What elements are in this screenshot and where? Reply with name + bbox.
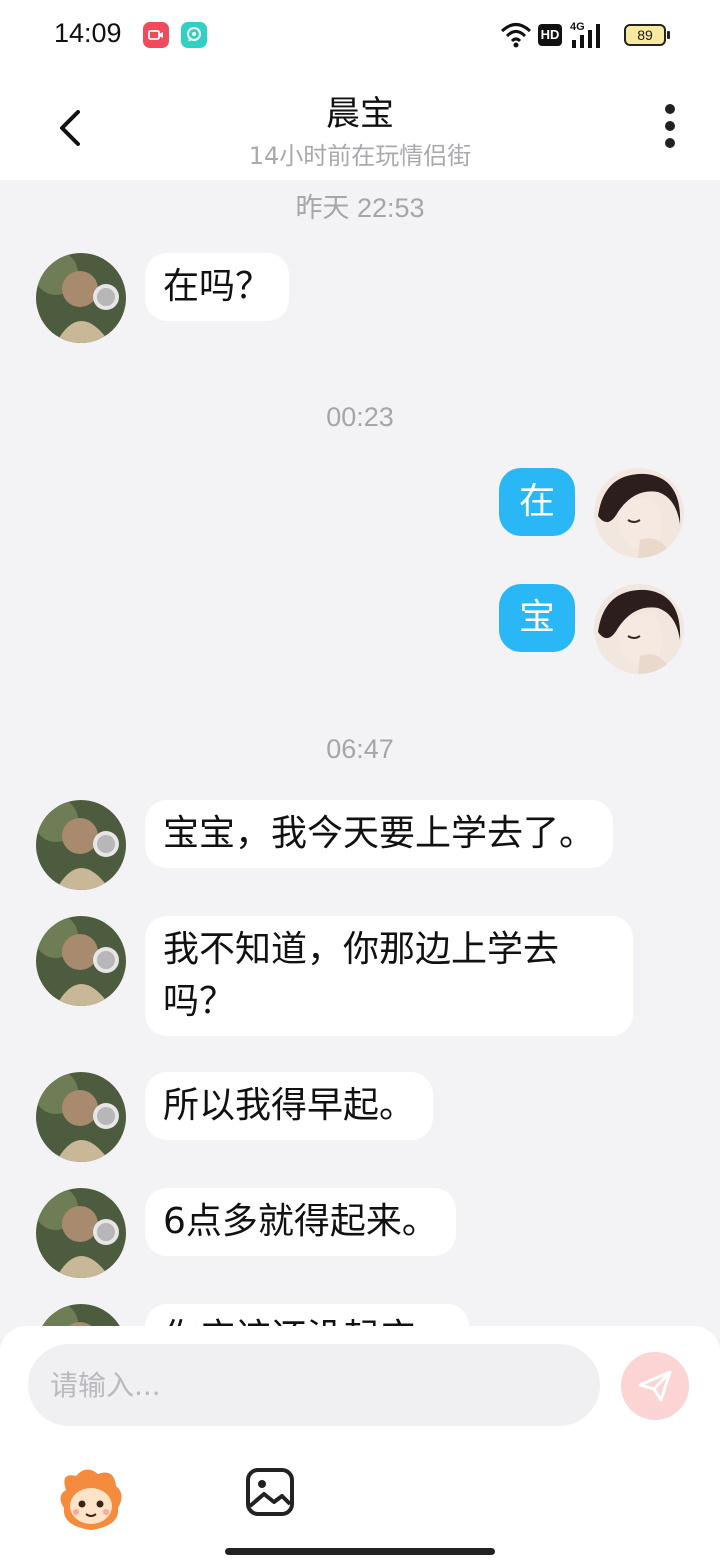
own-avatar[interactable] xyxy=(594,584,684,674)
more-vertical-icon-dot xyxy=(665,138,675,148)
contact-avatar[interactable] xyxy=(36,800,126,890)
send-button[interactable] xyxy=(621,1352,689,1420)
timestamp: 00:23 xyxy=(326,402,394,432)
more-options-button[interactable] xyxy=(656,102,684,150)
status-bar: 14:09 HD 4G 89 xyxy=(0,0,720,70)
message-bubble[interactable]: 6点多就得起来。 xyxy=(145,1188,456,1256)
contact-avatar[interactable] xyxy=(36,253,126,343)
contact-status: 14小时前在玩情侣街 xyxy=(248,142,472,170)
chat-header: 晨宝 14小时前在玩情侣街 xyxy=(0,70,720,180)
contact-avatar[interactable] xyxy=(36,1072,126,1162)
paper-plane-icon xyxy=(638,1370,672,1402)
image-picker-button[interactable] xyxy=(244,1466,296,1518)
battery-icon: 89 xyxy=(624,24,670,46)
status-time: 14:09 xyxy=(54,18,122,48)
home-indicator xyxy=(225,1548,495,1555)
message-input[interactable] xyxy=(28,1344,600,1426)
mascot-button[interactable] xyxy=(56,1464,126,1534)
contact-name: 晨宝 xyxy=(326,94,394,134)
message-bubble[interactable]: 宝宝，我今天要上学去了。 xyxy=(145,800,614,868)
hd-icon: HD xyxy=(538,24,562,46)
own-avatar[interactable] xyxy=(594,468,684,558)
svg-text:4G: 4G xyxy=(570,21,585,33)
message-bubble[interactable]: 所以我得早起。 xyxy=(145,1072,434,1140)
timestamp: 昨天 22:53 xyxy=(295,193,425,223)
message-bubble[interactable]: 我不知道，你那边上学去吗？ xyxy=(145,916,633,1036)
message-bubble-own[interactable]: 宝 xyxy=(499,584,575,652)
chat-app-icon xyxy=(181,22,207,48)
message-bubble[interactable]: 你应该还没起床。 xyxy=(145,1304,470,1326)
more-vertical-icon xyxy=(665,104,675,114)
signal-icon: 4G xyxy=(570,20,606,54)
contact-avatar[interactable] xyxy=(36,1188,126,1278)
message-bubble[interactable]: 在吗？ xyxy=(145,253,290,321)
contact-avatar[interactable] xyxy=(36,1304,126,1326)
image-icon xyxy=(246,1468,294,1516)
message-bubble-own[interactable]: 在 xyxy=(499,468,575,536)
more-vertical-icon-dot xyxy=(665,121,675,131)
timestamp: 06:47 xyxy=(326,734,394,764)
wifi-icon xyxy=(500,20,532,54)
message-list[interactable]: 昨天 22:53 在吗？ 00:23 在 宝 06:47 宝宝，我今天要上学去了… xyxy=(0,180,720,1326)
input-bar xyxy=(0,1326,720,1560)
mascot-icon xyxy=(60,1469,122,1530)
contact-avatar[interactable] xyxy=(36,916,126,1006)
screen-record-icon xyxy=(143,22,169,48)
